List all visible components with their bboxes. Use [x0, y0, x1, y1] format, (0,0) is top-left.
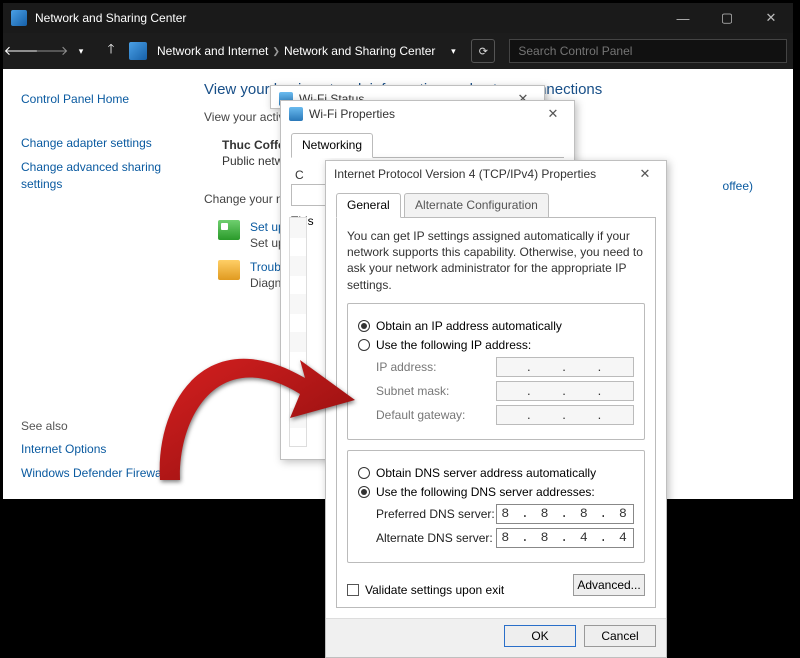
- checkbox-validate[interactable]: Validate settings upon exit: [347, 583, 504, 597]
- field-ip-address: IP address:...: [376, 357, 634, 377]
- ipv4-close[interactable]: ✕: [630, 166, 660, 182]
- wifi-props-close[interactable]: ✕: [538, 106, 568, 122]
- crumb-network-sharing[interactable]: Network and Sharing Center: [284, 44, 435, 58]
- crumb-dropdown[interactable]: ▾: [441, 39, 465, 63]
- nav-bar: 🡐 🡒 ▾ 🡑 Network and Internet ❯ Network a…: [3, 33, 793, 69]
- link-change-adapter[interactable]: Change adapter settings: [21, 135, 178, 151]
- forward-button[interactable]: 🡒: [39, 39, 63, 63]
- dialog-buttons: OK Cancel: [326, 618, 666, 657]
- validate-label: Validate settings upon exit: [365, 583, 504, 597]
- pref-dns-input[interactable]: 8 . 8 . 8 . 8: [496, 504, 634, 524]
- wifi-props-title: Wi-Fi Properties: [309, 107, 395, 121]
- tab-general[interactable]: General: [336, 193, 401, 218]
- field-gateway: Default gateway:...: [376, 405, 634, 425]
- see-also: See also Internet Options Windows Defend…: [21, 419, 167, 489]
- tab-networking[interactable]: Networking: [291, 133, 373, 158]
- radio-use-ip-label: Use the following IP address:: [376, 338, 531, 352]
- field-pref-dns: Preferred DNS server:8 . 8 . 8 . 8: [376, 504, 634, 524]
- wifi-props-icon: [289, 107, 303, 121]
- radio-auto-ip[interactable]: Obtain an IP address automatically: [358, 319, 634, 333]
- see-also-heading: See also: [21, 419, 167, 433]
- subnet-input: ...: [496, 381, 634, 401]
- breadcrumb: Network and Internet ❯ Network and Shari…: [157, 44, 435, 58]
- gateway-label: Default gateway:: [376, 408, 496, 422]
- link-control-panel-home[interactable]: Control Panel Home: [21, 91, 178, 107]
- troubleshoot-icon: [218, 260, 240, 280]
- wifi-props-title-bar[interactable]: Wi-Fi Properties ✕: [281, 101, 574, 127]
- window-title: Network and Sharing Center: [35, 11, 186, 25]
- minimize-button[interactable]: —: [661, 3, 705, 33]
- refresh-button[interactable]: ⟳: [471, 39, 495, 63]
- ip-address-label: IP address:: [376, 360, 496, 374]
- breadcrumb-icon: [129, 42, 147, 60]
- crumb-network-internet[interactable]: Network and Internet: [157, 44, 268, 58]
- link-change-sharing[interactable]: Change advanced sharing settings: [21, 159, 178, 191]
- radio-use-dns[interactable]: Use the following DNS server addresses:: [358, 485, 634, 499]
- ip-address-input: ...: [496, 357, 634, 377]
- up-button[interactable]: 🡑: [99, 39, 123, 63]
- cancel-button[interactable]: Cancel: [584, 625, 656, 647]
- ipv4-dialog: Internet Protocol Version 4 (TCP/IPv4) P…: [325, 160, 667, 658]
- field-alt-dns: Alternate DNS server:8 . 8 . 4 . 4: [376, 528, 634, 548]
- radio-use-dns-label: Use the following DNS server addresses:: [376, 485, 595, 499]
- field-subnet: Subnet mask:...: [376, 381, 634, 401]
- radio-use-ip[interactable]: Use the following IP address:: [358, 338, 634, 352]
- setup-icon: [218, 220, 240, 240]
- network-icon: [11, 10, 27, 26]
- radio-auto-ip-label: Obtain an IP address automatically: [376, 319, 562, 333]
- connection-link[interactable]: offee): [723, 179, 753, 193]
- annotation-arrow: [150, 290, 370, 480]
- ok-button[interactable]: OK: [504, 625, 576, 647]
- back-button[interactable]: 🡐: [9, 39, 33, 63]
- radio-auto-dns[interactable]: Obtain DNS server address automatically: [358, 466, 634, 480]
- search-input[interactable]: [509, 39, 787, 63]
- gateway-input: ...: [496, 405, 634, 425]
- history-button[interactable]: ▾: [69, 39, 93, 63]
- ipv4-title-bar[interactable]: Internet Protocol Version 4 (TCP/IPv4) P…: [326, 161, 666, 187]
- alt-dns-input[interactable]: 8 . 8 . 4 . 4: [496, 528, 634, 548]
- advanced-button[interactable]: Advanced...: [573, 574, 645, 596]
- chevron-right-icon: ❯: [272, 46, 280, 57]
- link-defender-firewall[interactable]: Windows Defender Firewall: [21, 465, 167, 481]
- title-bar: Network and Sharing Center — ▢ ✕: [3, 3, 793, 33]
- dns-group: Obtain DNS server address automatically …: [347, 450, 645, 563]
- alt-dns-label: Alternate DNS server:: [376, 531, 496, 545]
- close-button[interactable]: ✕: [749, 3, 793, 33]
- radio-auto-dns-label: Obtain DNS server address automatically: [376, 466, 596, 480]
- ipv4-title: Internet Protocol Version 4 (TCP/IPv4) P…: [334, 167, 596, 181]
- subnet-label: Subnet mask:: [376, 384, 496, 398]
- tab-alt-config[interactable]: Alternate Configuration: [404, 193, 549, 218]
- link-internet-options[interactable]: Internet Options: [21, 441, 167, 457]
- ip-group: Obtain an IP address automatically Use t…: [347, 303, 645, 440]
- search-box[interactable]: [509, 39, 787, 63]
- maximize-button[interactable]: ▢: [705, 3, 749, 33]
- ipv4-desc: You can get IP settings assigned automat…: [347, 228, 645, 293]
- adapter-icon: [296, 188, 310, 202]
- pref-dns-label: Preferred DNS server:: [376, 507, 496, 521]
